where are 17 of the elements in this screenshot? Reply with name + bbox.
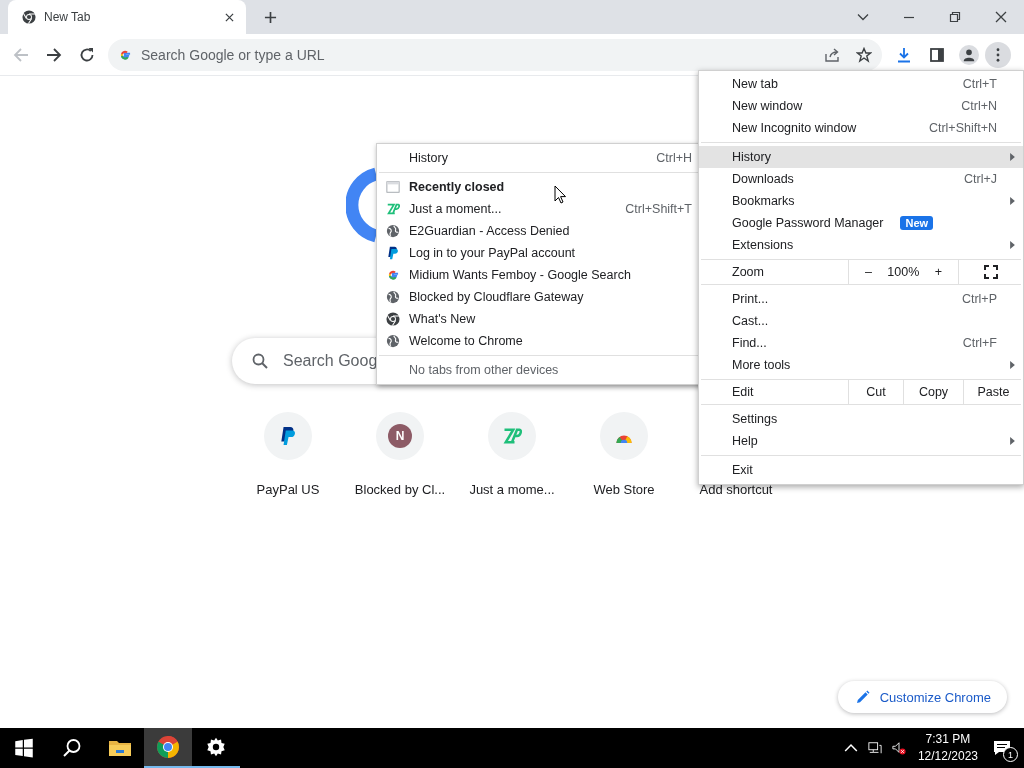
shortcut-text: Ctrl+H bbox=[656, 151, 692, 165]
shortcut-text: Ctrl+Shift+T bbox=[625, 202, 692, 216]
menu-label: Edit bbox=[731, 384, 755, 401]
shortcut-text: Ctrl+T bbox=[962, 77, 997, 91]
new-badge: New bbox=[900, 216, 934, 230]
section-heading: Recently closed bbox=[409, 180, 505, 194]
notification-count: 1 bbox=[1003, 747, 1018, 762]
tab-title: New Tab bbox=[44, 10, 92, 24]
shortcut-text: Ctrl+N bbox=[961, 99, 997, 113]
shortcut-text: Ctrl+P bbox=[961, 292, 997, 306]
zoom-level: 100% bbox=[887, 265, 920, 279]
shortcut-text: Ctrl+F bbox=[962, 336, 997, 350]
menu-label: Zoom bbox=[731, 264, 765, 281]
letter-avatar: N bbox=[388, 424, 412, 448]
shortcut-text: Ctrl+Shift+N bbox=[928, 121, 997, 135]
shortcut-text: Ctrl+J bbox=[964, 172, 997, 186]
menu-note: No tabs from other devices bbox=[409, 363, 559, 377]
